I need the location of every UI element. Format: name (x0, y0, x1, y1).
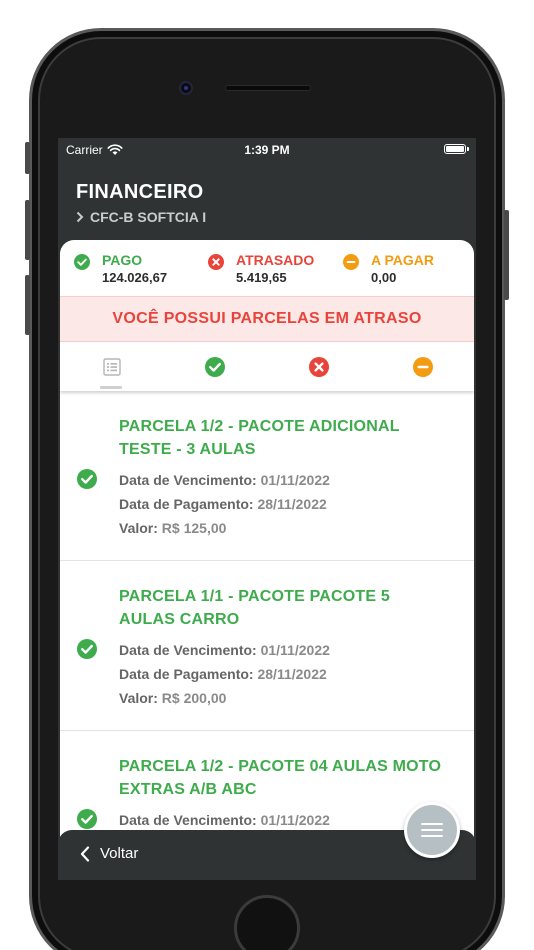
late-value: 5.419,65 (236, 270, 287, 285)
installment-title: PARCELA 1/1 - PACOTE PACOTE 5 AULAS CARR… (119, 588, 391, 628)
breadcrumb[interactable]: CFC-B SOFTCIA I (76, 209, 206, 225)
payment-date-row: Data de Pagamento: 28/11/2022 (119, 496, 327, 512)
list-item[interactable]: PARCELA 1/2 - PACOTE ADICIONAL TESTE - 3… (60, 391, 474, 561)
to-pay-label: A PAGAR (371, 252, 434, 268)
due-date-label: Data de Vencimento: (119, 812, 257, 828)
tab-all[interactable] (60, 343, 163, 391)
filter-tabs (60, 343, 474, 391)
payment-date-value: 28/11/2022 (257, 666, 327, 682)
due-date-value: 01/11/2022 (260, 812, 330, 828)
back-button[interactable]: Voltar (80, 845, 138, 862)
minus-circle-icon (412, 357, 433, 377)
payment-date-label: Data de Pagamento: (119, 496, 254, 512)
check-circle-icon (77, 639, 97, 659)
hamburger-menu-icon (421, 823, 443, 837)
paid-value: 124.026,67 (102, 270, 168, 285)
check-circle-icon (204, 357, 225, 377)
check-circle-icon (77, 809, 97, 829)
earpiece-speaker (225, 85, 311, 91)
financial-card: PAGO 124.026,67 ATRASADO 5.419,65 A PAGA… (60, 240, 474, 880)
volume-up-button (25, 200, 30, 260)
list-item[interactable]: PARCELA 1/1 - PACOTE PACOTE 5 AULAS CARR… (60, 561, 474, 731)
late-label: ATRASADO (236, 252, 315, 268)
back-label: Voltar (100, 845, 139, 862)
due-date-row: Data de Vencimento: 01/11/2022 (119, 472, 330, 488)
volume-down-button (25, 275, 30, 335)
chevron-left-icon (80, 845, 90, 862)
payment-date-label: Data de Pagamento: (119, 666, 254, 682)
value-amount: R$ 125,00 (161, 520, 227, 536)
check-circle-icon (74, 254, 90, 270)
value-label: Valor: (119, 690, 158, 706)
due-date-label: Data de Vencimento: (119, 642, 257, 658)
list-icon (102, 358, 121, 376)
payment-date-value: 28/11/2022 (257, 496, 327, 512)
value-row: Valor: R$ 125,00 (119, 520, 226, 536)
due-date-row: Data de Vencimento: 01/11/2022 (119, 812, 330, 828)
breadcrumb-label: CFC-B SOFTCIA I (90, 209, 207, 225)
x-circle-icon (308, 357, 329, 377)
mute-switch (25, 142, 30, 174)
minus-circle-icon (343, 254, 359, 270)
payment-date-row: Data de Pagamento: 28/11/2022 (119, 666, 327, 682)
x-circle-icon (208, 254, 224, 270)
to-pay-value: 0,00 (371, 270, 397, 285)
tab-selected-indicator (100, 386, 122, 389)
status-time: 1:39 PM (244, 143, 290, 157)
due-date-row: Data de Vencimento: 01/11/2022 (119, 642, 330, 658)
summary-bar: PAGO 124.026,67 ATRASADO 5.419,65 A PAGA… (60, 240, 474, 296)
tab-late[interactable] (267, 343, 370, 391)
chevron-right-icon (76, 211, 84, 223)
tab-paid[interactable] (163, 343, 266, 391)
paid-label: PAGO (102, 252, 143, 268)
power-button (504, 210, 509, 300)
page-title: FINANCEIRO (76, 181, 204, 203)
overdue-alert: VOCÊ POSSUI PARCELAS EM ATRASO (60, 296, 474, 342)
installment-title: PARCELA 1/2 - PACOTE 04 AULAS MOTO EXTRA… (119, 758, 442, 798)
battery-icon (444, 144, 469, 154)
tab-to-pay[interactable] (371, 343, 474, 391)
front-camera (179, 81, 193, 95)
app-screen: Carrier 1:39 PM FINANCEIRO CFC-B SOFTCIA… (58, 138, 476, 880)
due-date-value: 01/11/2022 (260, 642, 330, 658)
status-bar: Carrier 1:39 PM (58, 138, 476, 162)
due-date-value: 01/11/2022 (260, 472, 330, 488)
menu-fab-button[interactable] (404, 802, 460, 858)
check-circle-icon (77, 469, 97, 489)
value-amount: R$ 200,00 (161, 690, 227, 706)
installment-title: PARCELA 1/2 - PACOTE ADICIONAL TESTE - 3… (119, 418, 400, 458)
value-row: Valor: R$ 200,00 (119, 690, 226, 706)
due-date-label: Data de Vencimento: (119, 472, 257, 488)
value-label: Valor: (119, 520, 158, 536)
